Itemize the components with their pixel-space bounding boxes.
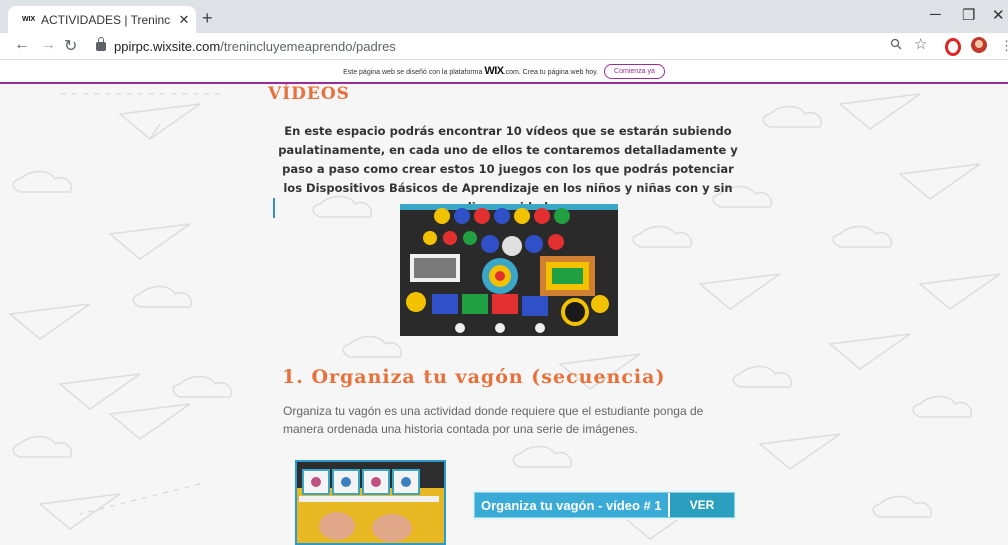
zoom-icon[interactable]	[890, 37, 902, 53]
url-host: ppirpc.wixsite.com	[114, 38, 221, 54]
activity-photo	[295, 460, 446, 545]
address-bar[interactable]: ppirpc.wixsite.com/trenincluyemeaprendo/…	[88, 35, 904, 57]
comienza-ya-button[interactable]: Comienza ya	[604, 63, 665, 79]
section-title-videos: VÍDEOS	[268, 84, 350, 104]
wix-banner-text: Este página web se diseñó con la platafo…	[343, 65, 598, 77]
browser-toolbar: ← → ↻ ppirpc.wixsite.com/trenincluyemeap…	[0, 33, 1008, 60]
ver-button[interactable]: VER	[667, 493, 735, 517]
wix-favicon-icon: WIX	[22, 16, 36, 23]
tab-title: ACTIVIDADES | Trenincluyemeap	[41, 12, 171, 27]
restore-button[interactable]: ❐	[962, 6, 975, 24]
new-tab-button[interactable]: +	[202, 8, 213, 29]
bookmark-star-icon[interactable]: ☆	[914, 35, 927, 53]
tab-close-icon[interactable]: ✕	[177, 12, 191, 28]
browser-tab[interactable]: WIX ACTIVIDADES | Trenincluyemeap ✕	[8, 6, 196, 33]
page-content: VÍDEOS En este espacio podrás encontrar …	[0, 84, 1008, 545]
reload-icon[interactable]: ↻	[64, 36, 77, 56]
wix-banner-text-before: Este página web se diseñó con la platafo…	[343, 69, 483, 76]
video-label: Organiza tu vagón - vídeo # 1 VER	[474, 492, 736, 518]
close-window-button[interactable]: ✕	[992, 6, 1005, 24]
url-path: /trenincluyemeaprendo/padres	[220, 38, 396, 54]
wix-banner: Este página web se diseñó con la platafo…	[0, 60, 1008, 84]
intro-paragraph: En este espacio podrás encontrar 10 víde…	[278, 124, 738, 214]
url-text: ppirpc.wixsite.com/trenincluyemeaprendo/…	[114, 39, 396, 54]
games-photo	[400, 204, 618, 336]
games-photo-graphic	[400, 204, 618, 336]
video-label-text: Organiza tu vagón - vídeo # 1	[481, 497, 662, 513]
minimize-button[interactable]: ─	[930, 6, 941, 23]
forward-arrow-icon[interactable]: →	[40, 36, 56, 54]
activity-title: 1. Organiza tu vagón (secuencia)	[282, 366, 666, 388]
activity-description: Organiza tu vagón es una actividad donde…	[283, 404, 704, 436]
wix-banner-text-after: .com. Crea tu página web hoy.	[503, 69, 599, 76]
menu-dots-icon[interactable]: ⋮	[1000, 38, 1008, 54]
text-cursor	[273, 198, 275, 218]
browser-tabstrip: WIX ACTIVIDADES | Trenincluyemeap ✕ + ─ …	[0, 0, 1008, 33]
wix-logo: WIX	[484, 65, 504, 77]
activity-photo-graphic	[297, 462, 444, 543]
lock-icon	[96, 36, 106, 51]
profile-avatar[interactable]	[971, 37, 987, 53]
back-arrow-icon[interactable]: ←	[14, 36, 30, 54]
opera-extension-icon[interactable]	[945, 38, 961, 56]
